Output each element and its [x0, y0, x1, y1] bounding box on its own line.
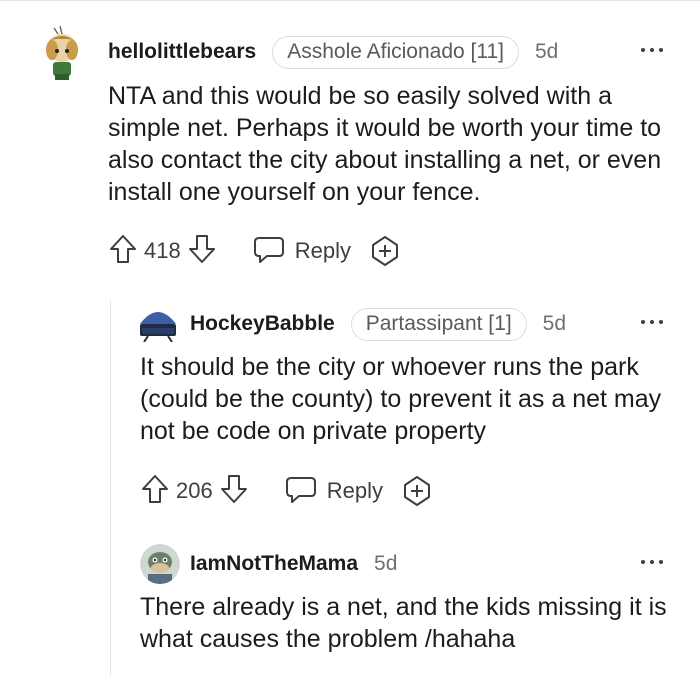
ellipsis-icon[interactable] — [640, 46, 666, 54]
reply-label: Reply — [294, 238, 351, 263]
user-flair: Asshole Aficionado [11] — [272, 35, 519, 69]
comment-header: IamNotTheMama 5d — [190, 546, 397, 582]
comment-header: HockeyBabble Partassipant [1] 5d — [190, 306, 566, 342]
user-flair: Partassipant [1] — [350, 307, 527, 341]
top-divider — [0, 0, 700, 1]
username[interactable]: HockeyBabble — [190, 312, 335, 336]
arrow-up-icon[interactable] — [108, 233, 138, 270]
ellipsis-icon[interactable] — [640, 318, 666, 326]
award-button[interactable] — [401, 475, 433, 507]
avatar[interactable] — [140, 544, 180, 584]
comment-body: It should be the city or whoever runs th… — [140, 353, 662, 445]
reply-button[interactable]: Reply — [253, 234, 351, 269]
comment-body: NTA and this would be so easily solved w… — [108, 82, 662, 206]
reply-button[interactable]: Reply — [285, 474, 383, 509]
award-button[interactable] — [369, 235, 401, 267]
award-plus-icon — [403, 476, 430, 506]
speech-bubble-icon — [253, 234, 285, 269]
timestamp[interactable]: 5d — [543, 312, 566, 336]
username[interactable]: IamNotTheMama — [190, 552, 358, 576]
timestamp[interactable]: 5d — [535, 40, 558, 64]
reply-label: Reply — [326, 478, 383, 503]
comment-body: There already is a net, and the kids mis… — [140, 593, 667, 653]
arrow-down-icon[interactable] — [219, 473, 249, 510]
avatar[interactable] — [40, 26, 84, 82]
arrow-up-icon[interactable] — [140, 473, 170, 510]
award-plus-icon — [371, 236, 398, 266]
timestamp[interactable]: 5d — [374, 552, 397, 576]
comment-actions: 206 Reply — [140, 473, 433, 509]
thread-line[interactable] — [110, 300, 111, 676]
username[interactable]: hellolittlebears — [108, 40, 256, 64]
comment-actions: 418 Reply — [108, 233, 401, 269]
comment-header: hellolittlebears Asshole Aficionado [11]… — [108, 34, 558, 70]
ellipsis-icon[interactable] — [640, 558, 666, 566]
arrow-down-icon[interactable] — [187, 233, 217, 270]
avatar[interactable] — [138, 306, 178, 342]
vote-score: 418 — [144, 238, 181, 263]
vote-score: 206 — [176, 478, 213, 503]
speech-bubble-icon — [285, 474, 317, 509]
